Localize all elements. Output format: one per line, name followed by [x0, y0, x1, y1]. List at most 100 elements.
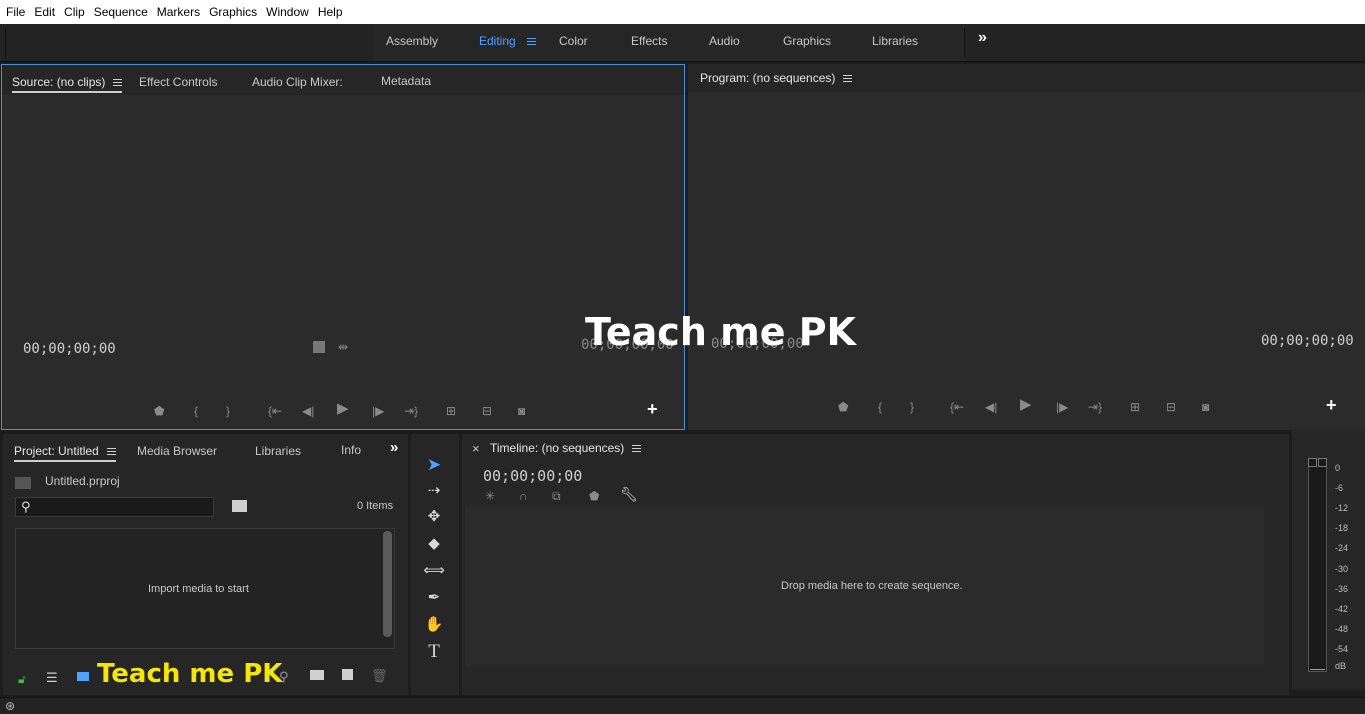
slip-icon[interactable]: ⟺	[423, 560, 445, 582]
program-mark-out-icon[interactable]: }	[910, 400, 914, 414]
meter-tick: -12	[1335, 503, 1349, 513]
insert-icon[interactable]: ⊞	[446, 404, 456, 418]
go-to-out-icon[interactable]: ⇥}	[404, 404, 418, 418]
program-play-icon[interactable]: ▶	[1020, 397, 1032, 412]
mark-in-icon[interactable]: {	[194, 404, 198, 418]
tab-info[interactable]: Info	[341, 443, 361, 457]
wrench-icon[interactable]: 🔧︎	[620, 487, 638, 501]
find-icon[interactable]	[232, 500, 247, 512]
ripple-edit-icon[interactable]: ✥	[423, 506, 445, 528]
source-timecode-current[interactable]: 00;00;00;00	[23, 341, 116, 357]
timeline-drop-area[interactable]: Drop media here to create sequence.	[465, 506, 1264, 666]
menu-window[interactable]: Window	[266, 5, 309, 19]
program-step-back-icon[interactable]: ◀|	[985, 400, 997, 414]
program-marker-icon[interactable]: ⬟	[838, 400, 848, 414]
project-panel[interactable]: Project: Untitled Media Browser Librarie…	[3, 434, 408, 695]
program-timecode-duration: 00;00;00;00	[1261, 333, 1354, 349]
project-overflow-icon[interactable]: »	[390, 439, 398, 456]
program-button-editor-add-icon[interactable]: +	[1326, 395, 1337, 416]
fit-icon[interactable]	[313, 341, 325, 353]
workspace-bar: Assembly Editing Color Effects Audio Gra…	[0, 24, 1365, 62]
timeline-close-icon[interactable]: ×	[472, 441, 480, 456]
pen-icon[interactable]: ✒	[423, 587, 445, 609]
workspace-tab-effects[interactable]: Effects	[631, 34, 667, 48]
source-panel[interactable]: Source: (no clips) Effect Controls Audio…	[1, 64, 685, 430]
button-editor-add-icon[interactable]: +	[647, 399, 658, 420]
trash-icon[interactable]: 🗑︎	[371, 668, 388, 684]
source-menu-icon[interactable]	[113, 77, 123, 88]
linked-selection-icon[interactable]: ⧉	[552, 489, 561, 503]
workspace-tab-libraries[interactable]: Libraries	[872, 34, 918, 48]
tab-timeline[interactable]: Timeline: (no sequences)	[490, 441, 642, 455]
timeline-timecode[interactable]: 00;00;00;00	[483, 467, 582, 485]
meter-peak-right	[1318, 458, 1327, 467]
workspace-tab-graphics[interactable]: Graphics	[783, 34, 831, 48]
menu-edit[interactable]: Edit	[34, 5, 55, 19]
project-search-field[interactable]	[38, 499, 208, 515]
menu-clip[interactable]: Clip	[64, 5, 85, 19]
play-icon[interactable]: ▶	[337, 401, 349, 416]
tab-source[interactable]: Source: (no clips)	[12, 75, 123, 93]
new-item-icon[interactable]	[342, 669, 353, 680]
tab-project[interactable]: Project: Untitled	[14, 444, 116, 462]
lift-icon[interactable]: ⊞	[1130, 400, 1140, 414]
program-menu-icon[interactable]	[843, 73, 853, 84]
project-search-input[interactable]: ⚲	[15, 497, 214, 517]
extract-icon[interactable]: ⊟	[1166, 400, 1176, 414]
project-bin-area[interactable]: Import media to start	[15, 528, 395, 649]
menu-markers[interactable]: Markers	[157, 5, 200, 19]
nest-icon[interactable]: ✳	[485, 489, 495, 503]
project-scrollbar[interactable]	[383, 531, 392, 637]
editing-menu-icon[interactable]	[527, 38, 536, 45]
project-menu-icon[interactable]	[106, 446, 116, 457]
lock-icon[interactable]: 🔓︎	[18, 672, 26, 687]
hand-icon[interactable]: ✋	[423, 614, 445, 636]
razor-icon[interactable]: ◆	[423, 533, 445, 555]
program-go-to-in-icon[interactable]: {⇤	[950, 400, 964, 414]
workspace-tab-audio[interactable]: Audio	[709, 34, 740, 48]
type-icon[interactable]: T	[423, 641, 445, 663]
step-forward-icon[interactable]: |▶	[372, 404, 384, 418]
timeline-menu-icon[interactable]	[632, 443, 642, 454]
status-bar: ⊛	[0, 697, 1365, 714]
workspace-tab-color[interactable]: Color	[559, 34, 588, 48]
workspace-tab-editing[interactable]: Editing	[479, 34, 516, 48]
go-to-in-icon[interactable]: {⇤	[268, 404, 282, 418]
mark-out-icon[interactable]: }	[226, 404, 230, 418]
snap-icon[interactable]: ∩	[519, 489, 528, 503]
tab-audio-clip-mixer[interactable]: Audio Clip Mixer:	[252, 75, 343, 89]
workspace-overflow-icon[interactable]: »	[978, 29, 987, 47]
meter-level	[1310, 669, 1325, 670]
creative-cloud-icon[interactable]: ⊛	[5, 699, 15, 713]
tab-metadata[interactable]: Metadata	[381, 74, 431, 88]
add-marker-icon[interactable]: ⬟	[589, 489, 599, 503]
new-bin-icon[interactable]	[310, 670, 324, 680]
items-count: 0 Items	[357, 500, 394, 512]
list-view-icon[interactable]: ☰	[46, 670, 58, 686]
tab-media-browser[interactable]: Media Browser	[137, 444, 217, 458]
workspace-tab-assembly[interactable]: Assembly	[386, 34, 438, 48]
menu-sequence[interactable]: Sequence	[94, 5, 148, 19]
timeline-panel[interactable]: × Timeline: (no sequences) 00;00;00;00 ✳…	[462, 434, 1289, 695]
workspace-grip	[5, 28, 6, 58]
step-back-icon[interactable]: ◀|	[302, 404, 314, 418]
tab-source-label: Source: (no clips)	[12, 75, 106, 89]
export-frame-icon[interactable]: ◙	[1202, 400, 1209, 414]
program-step-forward-icon[interactable]: |▶	[1056, 400, 1068, 414]
icon-view-icon[interactable]	[77, 672, 89, 681]
selection-tool-icon[interactable]: ➤	[423, 454, 445, 476]
menu-file[interactable]: File	[6, 5, 25, 19]
program-go-to-out-icon[interactable]: ⇥}	[1088, 400, 1102, 414]
tab-libraries[interactable]: Libraries	[255, 444, 301, 458]
camera-icon[interactable]: ◙	[518, 404, 525, 418]
track-select-icon[interactable]: ⇢	[423, 480, 445, 502]
program-panel[interactable]: Program: (no sequences) 00;00;00;00 00;0…	[688, 64, 1365, 430]
marker-icon[interactable]: ⬟	[154, 404, 164, 418]
menu-help[interactable]: Help	[318, 5, 343, 19]
tab-program[interactable]: Program: (no sequences)	[700, 71, 853, 85]
menu-graphics[interactable]: Graphics	[209, 5, 257, 19]
program-mark-in-icon[interactable]: {	[878, 400, 882, 414]
tab-effect-controls[interactable]: Effect Controls	[139, 75, 217, 89]
settings-arrows-icon[interactable]: ⇹	[338, 340, 348, 354]
overwrite-icon[interactable]: ⊟	[482, 404, 492, 418]
